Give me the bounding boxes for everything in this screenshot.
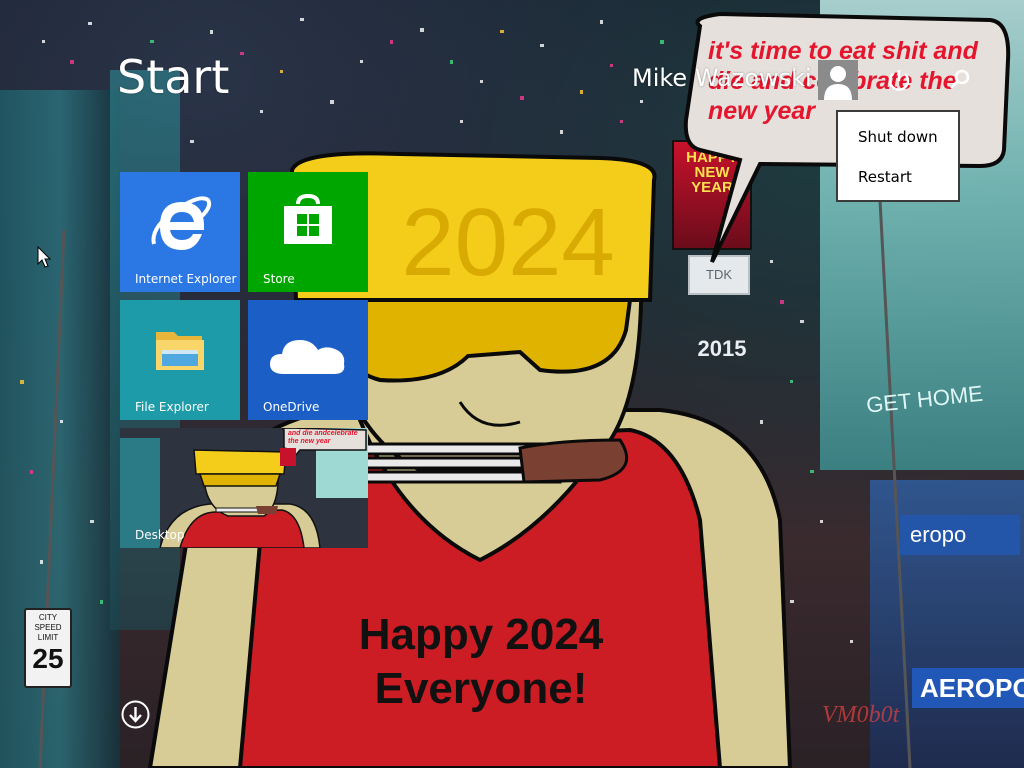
- tile-label: Store: [263, 272, 295, 286]
- power-button[interactable]: [882, 64, 916, 98]
- character-fork: [358, 438, 629, 484]
- tile-internet-explorer[interactable]: Internet Explorer: [120, 172, 240, 292]
- hat-text: 2024: [401, 189, 615, 296]
- tile-label: Desktop: [135, 528, 185, 542]
- store-icon: [284, 193, 332, 244]
- user-name[interactable]: Mike Wazowski: [632, 64, 812, 92]
- power-icon: [888, 70, 910, 91]
- all-apps-button[interactable]: [121, 700, 150, 729]
- tile-store[interactable]: Store: [248, 172, 368, 292]
- mouse-cursor-icon: [37, 246, 51, 268]
- cloud-icon: [270, 340, 345, 374]
- desktop-thumb-speech-text: and die andcelebrate the new year: [288, 430, 358, 445]
- user-avatar[interactable]: [818, 60, 858, 100]
- menu-item-restart[interactable]: Restart: [838, 164, 958, 204]
- tile-desktop[interactable]: and die andcelebrate the new year Deskto…: [120, 428, 368, 548]
- user-silhouette-icon: [824, 66, 852, 100]
- tile-label: Internet Explorer: [135, 272, 237, 286]
- search-button[interactable]: [942, 64, 976, 98]
- search-icon: [949, 69, 970, 90]
- internet-explorer-icon: [151, 196, 212, 250]
- menu-item-shut-down[interactable]: Shut down: [838, 124, 958, 164]
- start-title: Start: [117, 50, 230, 104]
- down-arrow-circle-icon: [121, 700, 150, 729]
- shirt-text-line-1: Happy 2024: [358, 610, 604, 659]
- shirt-text-line-2: Everyone!: [374, 664, 588, 713]
- tile-label: OneDrive: [263, 400, 320, 414]
- tile-label: File Explorer: [135, 400, 209, 414]
- tile-file-explorer[interactable]: File Explorer: [120, 300, 240, 420]
- shirt-text: Happy 2024 Everyone!: [316, 608, 646, 716]
- folder-icon: [156, 332, 204, 370]
- tile-onedrive[interactable]: OneDrive: [248, 300, 368, 420]
- power-menu: Shut down Restart: [836, 110, 960, 202]
